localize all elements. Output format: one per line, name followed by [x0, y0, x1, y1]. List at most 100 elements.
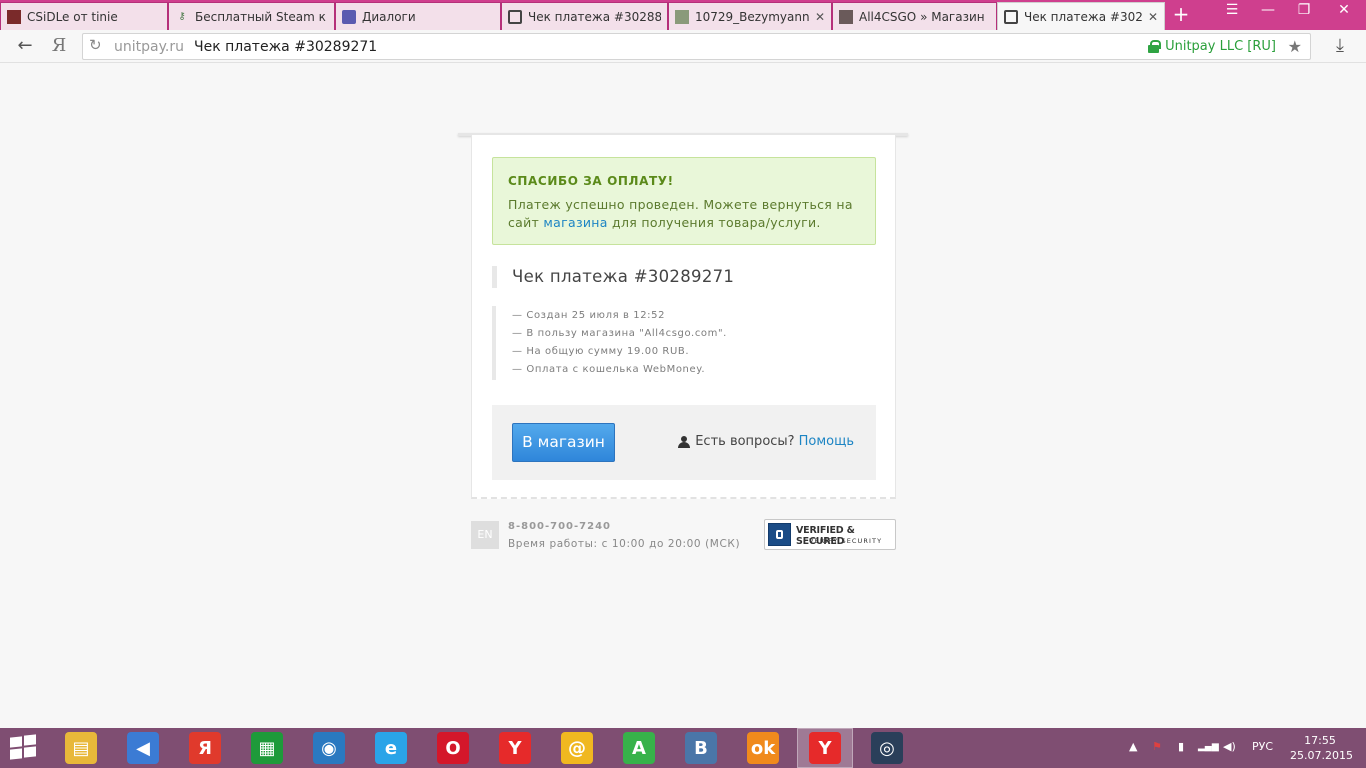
alert-message: Платеж успешно проведен. Можете вернутьс… [508, 196, 860, 232]
tab-dialogs[interactable]: Диалоги [335, 2, 501, 30]
tab-label: Бесплатный Steam к [195, 9, 326, 24]
reload-icon[interactable]: ↻ [89, 36, 102, 54]
network-signal-icon[interactable]: ▂▄▆ [1198, 742, 1219, 752]
site-icon [839, 9, 853, 24]
taskbar-yandex-browser-app-button[interactable]: Y [487, 728, 543, 768]
download-icon[interactable]: ⤓ [1328, 35, 1352, 57]
help-block: Есть вопросы? Помощь [678, 434, 854, 449]
yandex-browser-app-icon: Y [499, 732, 531, 764]
yandex-button[interactable]: Я [46, 35, 72, 57]
clock[interactable]: 17:55 25.07.2015 [1290, 733, 1353, 763]
volume-icon[interactable]: ◀) [1223, 740, 1236, 753]
taskbar-file-explorer-button[interactable]: ▤ [53, 728, 109, 768]
yandex-app-icon: Я [189, 732, 221, 764]
receipt-title: Чек платежа #30289271 [512, 267, 735, 286]
detail-shop: — В пользу магазина "All4csgo.com". [512, 328, 727, 339]
speedtest-app-icon: ◉ [313, 732, 345, 764]
minimize-button[interactable]: — [1250, 0, 1286, 22]
image-icon [675, 9, 689, 24]
receipt-details: — Создан 25 июля в 12:52 — В пользу мага… [492, 306, 727, 380]
volume-app-icon: ◀ [127, 732, 159, 764]
clock-time: 17:55 [1304, 734, 1336, 747]
ie-app-icon: e [375, 732, 407, 764]
taskbar-yandex-browser-active-button[interactable]: Y [797, 728, 853, 768]
tab-receipt-active[interactable]: Чек платежа #30289 ✕ [997, 2, 1165, 30]
menu-button[interactable]: ☰ [1214, 0, 1250, 22]
taskbar-yandex-app-button[interactable]: Я [177, 728, 233, 768]
site-icon [7, 9, 21, 24]
lock-icon [1148, 40, 1162, 53]
verified-secured-badge[interactable]: VERIFIED & SECURED VERIFY SECURITY [764, 519, 896, 550]
steam-app-icon: ◎ [871, 732, 903, 764]
alert-text-end: для получения товара/услуги. [607, 215, 821, 230]
receipt-icon [508, 9, 522, 24]
receipt-card: СПАСИБО ЗА ОПЛАТУ! Платеж успешно провед… [471, 135, 896, 499]
vk-app-icon: B [685, 732, 717, 764]
taskbar-opera-app-button[interactable]: O [425, 728, 481, 768]
tray-arrow-icon[interactable]: ▲ [1129, 740, 1137, 753]
taskbar-speedtest-app-button[interactable]: ◉ [301, 728, 357, 768]
taskbar-steam-app-button[interactable]: ◎ [859, 728, 915, 768]
taskbar-mail-agent-app-button[interactable]: @ [549, 728, 605, 768]
tab-label: Чек платежа #30289 [1024, 9, 1142, 24]
tab-label: Чек платежа #302889 [528, 9, 661, 24]
start-button[interactable] [10, 734, 38, 761]
taskbar-volume-app-button[interactable]: ◀ [115, 728, 171, 768]
address-bar[interactable]: ↻ unitpay.ru Чек платежа #30289271 Unitp… [82, 33, 1311, 60]
help-link[interactable]: Помощь [799, 434, 854, 449]
badge-subtitle: VERIFY SECURITY [809, 537, 883, 545]
detail-amount: — На общую сумму 19.00 RUB. [512, 346, 690, 357]
ok-app-icon: ok [747, 732, 779, 764]
close-window-button[interactable]: ✕ [1322, 0, 1366, 22]
user-icon [678, 435, 691, 448]
tab-all4csgo[interactable]: All4CSGO » Магазин [832, 2, 997, 30]
taskbar-ie-app-button[interactable]: e [363, 728, 419, 768]
security-indicator[interactable]: Unitpay LLC [RU] [1148, 39, 1276, 54]
url-host: unitpay.ru [114, 39, 184, 55]
success-alert: СПАСИБО ЗА ОПЛАТУ! Платеж успешно провед… [492, 157, 876, 245]
taskbar-ok-app-button[interactable]: ok [735, 728, 791, 768]
detail-payment-method: — Оплата с кошелька WebMoney. [512, 364, 706, 375]
input-language[interactable]: РУС [1252, 740, 1273, 753]
alert-title: СПАСИБО ЗА ОПЛАТУ! [508, 174, 674, 188]
new-tab-button[interactable]: + [1170, 4, 1192, 26]
a-app-icon: A [623, 732, 655, 764]
battery-icon[interactable]: ▮ [1178, 740, 1184, 753]
language-switch-button[interactable]: EN [471, 521, 499, 549]
detail-created: — Создан 25 июля в 12:52 [512, 310, 666, 321]
support-phone: 8-800-700-7240 [508, 521, 611, 532]
tab-image[interactable]: 10729_Bezymyannyi1. ✕ [668, 2, 832, 30]
taskbar-a-app-button[interactable]: A [611, 728, 667, 768]
close-icon[interactable]: ✕ [815, 10, 825, 24]
restore-button[interactable]: ❐ [1286, 0, 1322, 22]
key-icon: ⚷ [178, 11, 186, 22]
shop-link[interactable]: магазина [543, 215, 607, 230]
taskbar-store-app-button[interactable]: ▦ [239, 728, 295, 768]
working-hours: Время работы: с 10:00 до 20:00 (МСК) [508, 538, 741, 550]
clock-date: 25.07.2015 [1290, 749, 1353, 762]
taskbar-vk-app-button[interactable]: B [673, 728, 729, 768]
receipt-title-block: Чек платежа #30289271 [492, 266, 734, 288]
bookmark-star-icon[interactable]: ★ [1288, 37, 1302, 56]
tab-receipt-1[interactable]: Чек платежа #302889 [501, 2, 668, 30]
opera-app-icon: O [437, 732, 469, 764]
tab-csidle[interactable]: CSiDLe от tinie [0, 2, 168, 30]
yandex-browser-active-icon: Y [809, 732, 841, 764]
mail-agent-app-icon: @ [561, 732, 593, 764]
lock-shield-icon [768, 523, 791, 546]
tab-label: 10729_Bezymyannyi1. [695, 9, 809, 24]
tab-label: Диалоги [362, 9, 416, 24]
url-page-title: Чек платежа #30289271 [194, 39, 378, 55]
tab-label: CSiDLe от tinie [27, 9, 118, 24]
actions-panel: В магазин Есть вопросы? Помощь [492, 405, 876, 480]
to-shop-button[interactable]: В магазин [512, 423, 615, 462]
back-button[interactable]: ← [12, 35, 38, 57]
close-icon[interactable]: ✕ [1148, 10, 1158, 24]
chat-icon [342, 9, 356, 24]
receipt-icon [1004, 9, 1018, 24]
tab-steam[interactable]: ⚷ Бесплатный Steam к [168, 2, 335, 30]
tab-label: All4CSGO » Магазин [859, 9, 985, 24]
taskbar: ▤ ◀ Я ▦ ◉ e O Y @ A Bok Y ◎ ▲ ⚑ ▮ ▂▄▆ ◀) РУС 17:55 2… [0, 728, 1366, 768]
store-app-icon: ▦ [251, 732, 283, 764]
action-center-flag-icon[interactable]: ⚑ [1152, 740, 1162, 753]
